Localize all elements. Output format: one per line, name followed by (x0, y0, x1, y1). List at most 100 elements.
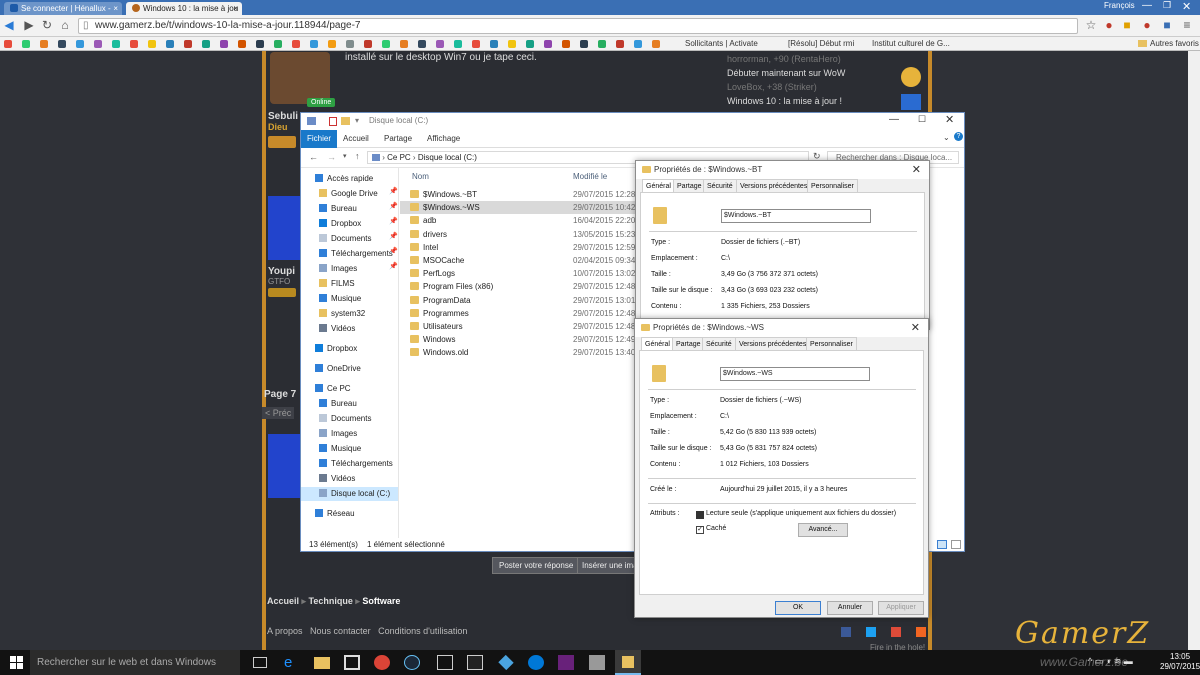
nav-item[interactable]: Ce PC (301, 382, 351, 396)
tab-partage[interactable]: Partage (672, 337, 705, 350)
bookmark-favicon-icon[interactable] (526, 40, 534, 48)
hidden-checkbox[interactable]: ✓ (696, 526, 704, 534)
tab-partage[interactable]: Partage (673, 179, 706, 192)
post-reply-button[interactable]: Poster votre réponse (492, 557, 581, 574)
pin-icon[interactable]: 📌 (389, 232, 398, 240)
user-avatar[interactable] (268, 434, 302, 498)
start-windows-icon[interactable] (10, 656, 23, 669)
nav-item[interactable]: Accès rapide (301, 172, 373, 186)
bookmark-institut[interactable]: Institut culturel de G... (872, 39, 950, 48)
insert-image-button[interactable]: Insérer une ima (577, 557, 635, 574)
edge-icon[interactable]: e (284, 655, 300, 670)
tab-partage[interactable]: Partage (378, 130, 418, 148)
bookmark-favicon-icon[interactable] (454, 40, 462, 48)
profile-name[interactable]: François (1104, 1, 1135, 10)
pin-icon[interactable]: 📌 (389, 202, 398, 210)
nav-item[interactable]: Dropbox (301, 217, 361, 231)
apply-button[interactable]: Appliquer (878, 601, 924, 615)
ie-icon[interactable] (528, 655, 544, 670)
tab-versions[interactable]: Versions précédentes (736, 179, 812, 192)
twitter-icon[interactable] (866, 627, 876, 637)
user-avatar[interactable] (270, 52, 330, 104)
store-icon[interactable] (344, 655, 360, 670)
minimize-icon[interactable]: — (889, 114, 899, 125)
bookmark-favicon-icon[interactable] (40, 40, 48, 48)
nav-item[interactable]: Bureau (301, 397, 357, 411)
sidebar-item[interactable]: horrorman, +90 (RentaHero) (727, 52, 845, 66)
tab-securite[interactable]: Sécurité (703, 179, 737, 192)
home-icon[interactable]: ⌂ (58, 18, 72, 32)
bookmark-favicon-icon[interactable] (598, 40, 606, 48)
details-view-icon[interactable] (937, 540, 947, 549)
browser-tab-henallux[interactable]: Se connecter | Hénallux - × (4, 2, 122, 15)
page-scrollbar[interactable] (1188, 51, 1200, 650)
nav-item[interactable]: Téléchargements (301, 457, 393, 471)
nav-item[interactable]: Téléchargements (301, 247, 393, 261)
bookmark-resolu[interactable]: [Résolu] Début rmi (788, 39, 854, 48)
large-icons-view-icon[interactable] (951, 540, 961, 549)
app-icon[interactable] (589, 655, 605, 670)
ok-button[interactable]: OK (775, 601, 821, 615)
folder-name-field[interactable]: $Windows.~WS (720, 367, 870, 381)
nav-item[interactable]: Documents (301, 412, 371, 426)
bookmark-favicon-icon[interactable] (328, 40, 336, 48)
extension-icon[interactable]: ● (1102, 18, 1116, 32)
file-row[interactable]: adb 16/04/2015 22:20 (400, 214, 636, 227)
forward-arrow-icon[interactable]: → (327, 152, 336, 162)
nav-item[interactable]: Vidéos (301, 472, 355, 486)
close-icon[interactable]: ✕ (945, 113, 954, 126)
taskbar-clock[interactable]: 13:05 29/07/2015 (1160, 652, 1200, 672)
cancel-button[interactable]: Annuler (827, 601, 873, 615)
post-author-name[interactable]: Youpi (268, 266, 295, 277)
readonly-checkbox[interactable] (696, 511, 704, 519)
nav-item[interactable]: Réseau (301, 507, 355, 521)
close-tab-icon[interactable]: × (113, 2, 118, 15)
bookmark-favicon-icon[interactable] (364, 40, 372, 48)
expand-ribbon-icon[interactable]: ⌄ (943, 133, 950, 142)
sidebar-item[interactable]: Windows 10 : la mise à jour ! (727, 94, 845, 108)
properties-icon[interactable] (329, 117, 337, 126)
tab-personnaliser[interactable]: Personnaliser (806, 337, 857, 350)
bookmark-star-icon[interactable]: ☆ (1084, 18, 1098, 32)
bookmark-favicon-icon[interactable] (418, 40, 426, 48)
maximize-icon[interactable]: ❐ (1163, 0, 1171, 11)
sidebar-item[interactable]: LoveBox, +38 (Striker) (727, 80, 845, 94)
folder-name-field[interactable]: $Windows.~BT (721, 209, 871, 223)
bookmark-favicon-icon[interactable] (562, 40, 570, 48)
footer-about-link[interactable]: A propos (267, 626, 303, 636)
bookmark-favicon-icon[interactable] (130, 40, 138, 48)
bookmark-favicon-icon[interactable] (490, 40, 498, 48)
pin-icon[interactable]: 📌 (389, 217, 398, 225)
tab-securite[interactable]: Sécurité (702, 337, 736, 350)
other-bookmarks[interactable]: Autres favoris (1150, 39, 1199, 48)
bookmark-favicon-icon[interactable] (202, 40, 210, 48)
tab-general[interactable]: Général (642, 179, 675, 193)
bookmark-favicon-icon[interactable] (346, 40, 354, 48)
column-header-modified[interactable]: Modifié le (573, 172, 607, 181)
bookmark-favicon-icon[interactable] (634, 40, 642, 48)
taskbar-search-box[interactable]: Rechercher sur le web et dans Windows (30, 650, 240, 675)
nav-item[interactable]: Disque local (C:) (301, 487, 398, 501)
file-row[interactable]: PerfLogs 10/07/2015 13:02 (400, 267, 636, 280)
visual-studio-icon[interactable] (558, 655, 574, 670)
bookmark-favicon-icon[interactable] (544, 40, 552, 48)
bookmark-favicon-icon[interactable] (472, 40, 480, 48)
minimize-icon[interactable]: — (1142, 0, 1152, 11)
file-row[interactable]: $Windows.~WS 29/07/2015 10:42 (400, 201, 636, 215)
advanced-button[interactable]: Avancé... (798, 523, 848, 537)
bookmark-favicon-icon[interactable] (4, 40, 12, 48)
bookmark-favicon-icon[interactable] (76, 40, 84, 48)
facebook-icon[interactable] (841, 627, 851, 637)
bookmark-sollicitants[interactable]: Sollicitants | Activate (685, 39, 758, 48)
terminal-icon[interactable] (467, 655, 483, 670)
app-icon[interactable] (437, 655, 453, 670)
file-row[interactable]: $Windows.~BT 29/07/2015 12:28 (400, 188, 636, 201)
back-arrow-icon[interactable]: ◀ (2, 18, 16, 32)
up-arrow-icon[interactable]: ↑ (355, 151, 360, 161)
bookmark-favicon-icon[interactable] (436, 40, 444, 48)
footer-terms-link[interactable]: Conditions d'utilisation (378, 626, 467, 636)
bookmark-favicon-icon[interactable] (580, 40, 588, 48)
extension-icon[interactable]: ■ (1120, 18, 1134, 32)
menu-icon[interactable]: ≡ (1180, 18, 1194, 32)
breadcrumb-home[interactable]: Accueil (267, 596, 299, 606)
